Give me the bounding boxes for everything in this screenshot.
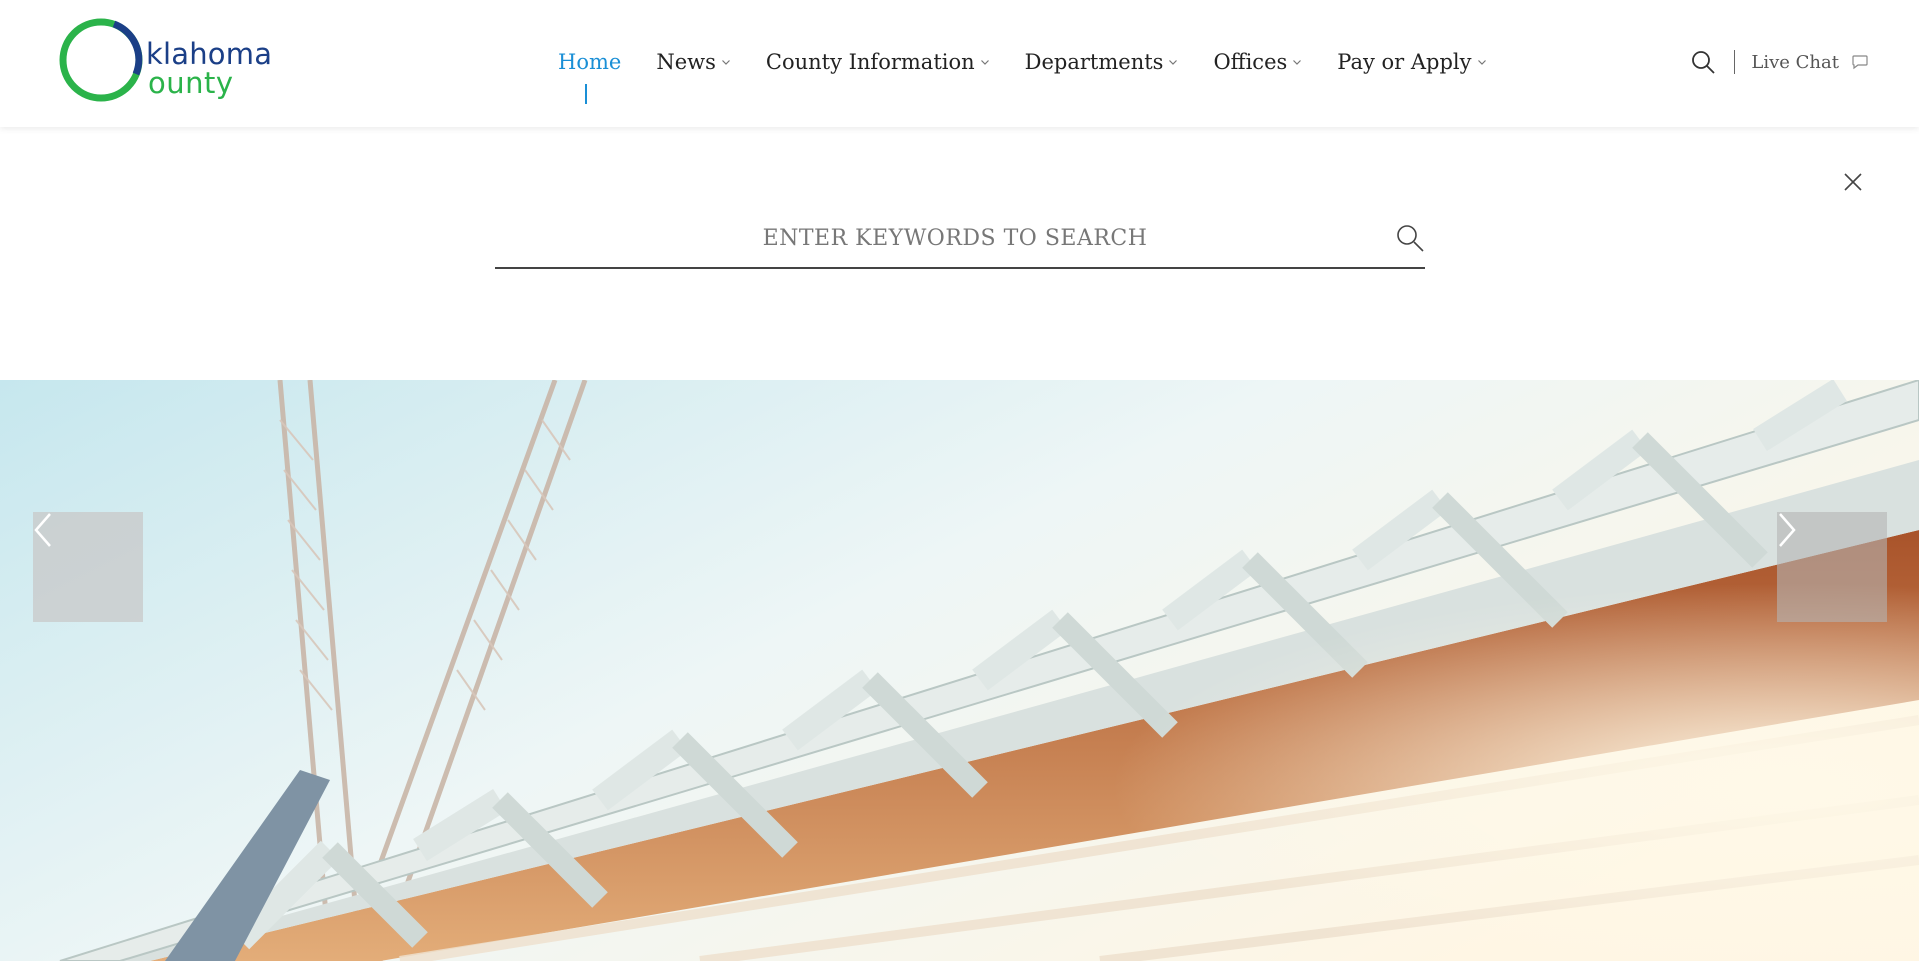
search-icon[interactable] bbox=[1690, 49, 1716, 75]
chevron-down-icon bbox=[1293, 60, 1302, 65]
logo-word-top: klahoma bbox=[146, 37, 273, 71]
search-field bbox=[495, 209, 1425, 269]
nav-item-label: Home bbox=[558, 50, 622, 74]
nav-item-label: Pay or Apply bbox=[1337, 50, 1472, 74]
nav-item-home[interactable]: Home bbox=[558, 50, 621, 74]
nav-item-label: County Information bbox=[765, 50, 975, 74]
search-overlay bbox=[0, 127, 1919, 380]
header-divider bbox=[1734, 50, 1736, 74]
search-submit-icon[interactable] bbox=[1395, 223, 1425, 253]
chevron-down-icon bbox=[980, 60, 989, 65]
hero-bridge-image bbox=[0, 380, 1919, 961]
active-nav-indicator bbox=[585, 84, 587, 104]
search-input[interactable] bbox=[495, 209, 1355, 267]
nav-item-offices[interactable]: Offices bbox=[1213, 50, 1302, 74]
live-chat-link[interactable]: Live Chat bbox=[1751, 52, 1839, 73]
chevron-down-icon bbox=[1169, 60, 1178, 65]
chevron-right-icon bbox=[1779, 513, 1796, 547]
nav-item-label: Offices bbox=[1213, 50, 1288, 74]
nav-item-label: News bbox=[656, 50, 716, 74]
nav-item-county-information[interactable]: County Information bbox=[766, 50, 990, 74]
nav-item-news[interactable]: News bbox=[656, 50, 731, 74]
nav-item-pay-or-apply[interactable]: Pay or Apply bbox=[1337, 50, 1486, 74]
hero-slider bbox=[0, 380, 1919, 961]
chevron-left-icon bbox=[34, 513, 51, 547]
close-icon[interactable] bbox=[1842, 171, 1864, 193]
site-header: klahoma ounty Home News County Informati… bbox=[0, 0, 1919, 127]
logo-word-bottom: ounty bbox=[148, 66, 234, 100]
header-utilities: Live Chat bbox=[1690, 46, 1869, 78]
main-nav: Home News County Information Departments… bbox=[558, 47, 1522, 77]
slider-prev-button[interactable] bbox=[33, 512, 143, 622]
chevron-down-icon bbox=[721, 60, 730, 65]
nav-item-departments[interactable]: Departments bbox=[1025, 50, 1179, 74]
slider-next-button[interactable] bbox=[1777, 512, 1887, 622]
logo-ring-icon bbox=[59, 18, 143, 102]
chevron-down-icon bbox=[1477, 60, 1486, 65]
chat-bubble-icon[interactable] bbox=[1851, 53, 1869, 71]
oklahoma-county-logo[interactable]: klahoma ounty bbox=[56, 16, 286, 106]
nav-item-label: Departments bbox=[1024, 50, 1164, 74]
